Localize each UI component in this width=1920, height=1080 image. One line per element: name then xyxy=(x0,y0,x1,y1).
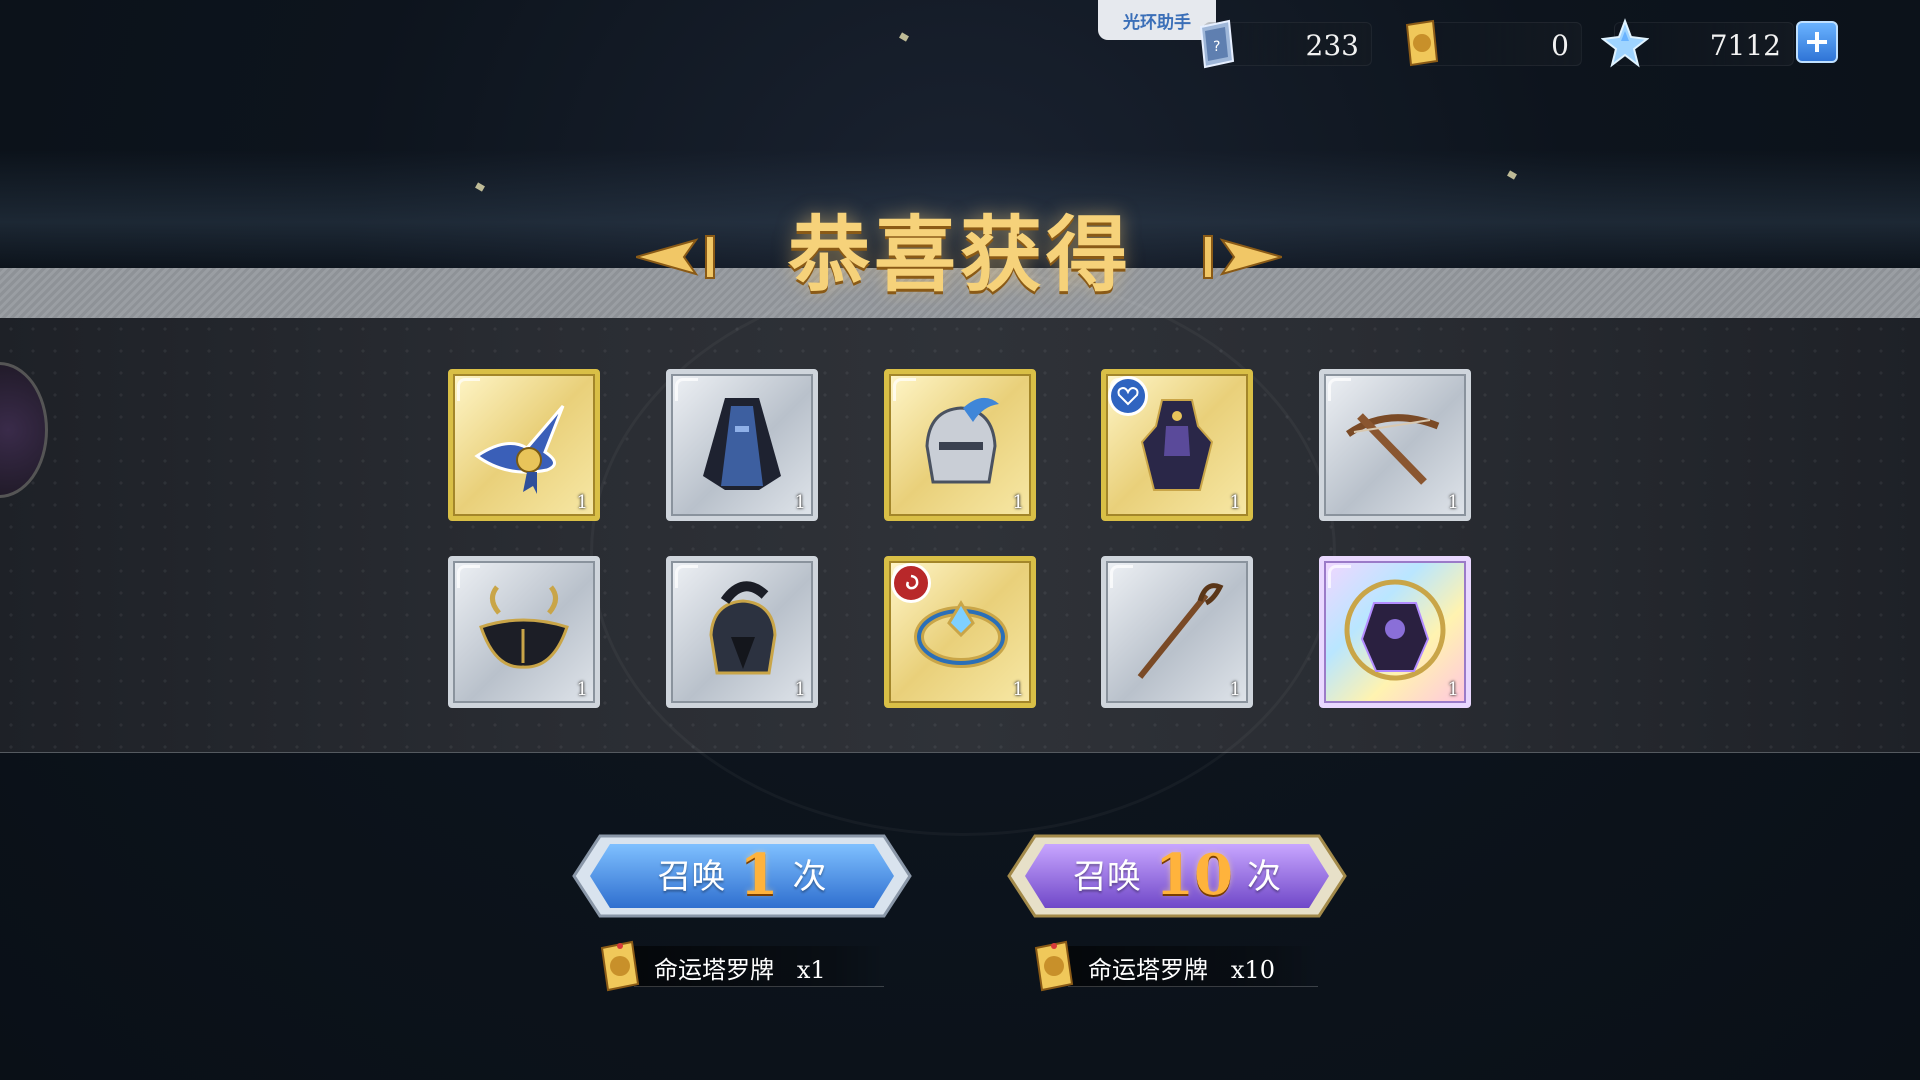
summon-once-label: 召唤 1 次 xyxy=(570,842,914,908)
heart-badge xyxy=(1108,376,1148,416)
cost-label: 命运塔罗牌 xyxy=(1088,956,1208,984)
tarot-card-icon xyxy=(1405,19,1439,67)
knight-helmet-icon xyxy=(925,397,999,484)
sparkle xyxy=(899,32,909,42)
star-crystal-counter: 7112 xyxy=(1601,18,1794,68)
background-sigil xyxy=(590,270,1336,836)
tarot-card-icon xyxy=(600,940,640,992)
cost-quantity: x1 xyxy=(796,956,826,984)
item-quantity: 1 xyxy=(1012,492,1024,513)
summon-once-cost-text: 命运塔罗牌 x1 xyxy=(654,950,826,985)
cost-label: 命运塔罗牌 xyxy=(654,956,774,984)
reward-item-spartan-helmet[interactable]: 1 xyxy=(666,556,818,708)
summon-ten-cost: 命运塔罗牌 x10 xyxy=(1028,938,1328,992)
summon-ten-cost-text: 命运塔罗牌 x10 xyxy=(1088,950,1275,985)
plus-icon xyxy=(1807,32,1827,52)
reward-item-staff[interactable]: 1 xyxy=(1101,556,1253,708)
item-quantity: 1 xyxy=(576,679,588,700)
tarot-card-counter: 0 xyxy=(1405,19,1582,67)
summon-once-prefix: 召唤 xyxy=(657,857,726,897)
summon-ten-count: 10 xyxy=(1155,842,1233,908)
summon-once-cost: 命运塔罗牌 x1 xyxy=(594,938,894,992)
summon-once-suffix: 次 xyxy=(792,857,827,897)
item-quantity: 1 xyxy=(1229,492,1241,513)
item-quantity: 1 xyxy=(794,492,806,513)
tarot-card-value: 0 xyxy=(1551,29,1569,62)
heart-icon xyxy=(1117,386,1139,406)
summon-once-count: 1 xyxy=(739,842,779,908)
summon-ten-suffix: 次 xyxy=(1246,857,1281,897)
reward-item-dark-robe[interactable]: 1 xyxy=(666,369,818,521)
summon-once-button[interactable]: 召唤 1 次 xyxy=(570,830,914,922)
item-quantity: 1 xyxy=(1229,679,1241,700)
robe-icon xyxy=(703,398,781,490)
svg-text:?: ? xyxy=(1213,39,1220,55)
add-crystal-button[interactable] xyxy=(1796,21,1838,63)
right-wing-icon xyxy=(1203,235,1282,279)
summon-ticket-counter: ? 233 xyxy=(1199,19,1372,69)
helper-label: 光环助手 xyxy=(1123,12,1191,33)
item-quantity: 1 xyxy=(1012,679,1024,700)
cost-quantity: x10 xyxy=(1230,956,1275,984)
summon-ten-button[interactable]: 召唤 10 次 xyxy=(1005,830,1349,922)
tarot-card-icon xyxy=(1034,940,1074,992)
reward-item-knight-helmet[interactable]: 1 xyxy=(884,369,1036,521)
summon-ten-label: 召唤 10 次 xyxy=(1005,842,1349,908)
item-quantity: 1 xyxy=(794,679,806,700)
item-quantity: 1 xyxy=(576,492,588,513)
star-crystal-icon xyxy=(1601,18,1649,68)
dark-hat-icon xyxy=(479,585,569,669)
crossbow-icon xyxy=(1345,413,1440,485)
item-quantity: 1 xyxy=(1447,679,1459,700)
swirl-icon xyxy=(906,574,919,590)
reward-item-wizard-hat[interactable]: 1 xyxy=(448,369,600,521)
reward-item-dark-hat[interactable]: 1 xyxy=(448,556,600,708)
summon-ten-prefix: 召唤 xyxy=(1073,857,1142,897)
spartan-helmet-icon xyxy=(709,581,777,675)
status-badge xyxy=(891,563,931,603)
staff-icon xyxy=(1137,583,1224,679)
summon-ticket-value: 233 xyxy=(1305,29,1359,62)
reward-item-ornate-ring[interactable]: 1 xyxy=(884,556,1036,708)
dark-knight-emblem-icon xyxy=(1344,579,1446,681)
reward-item-dark-knight-emblem[interactable]: 1 xyxy=(1319,556,1471,708)
reward-item-crossbow[interactable]: 1 xyxy=(1319,369,1471,521)
item-quantity: 1 xyxy=(1447,492,1459,513)
reward-item-dark-armor-set[interactable]: 1 xyxy=(1101,369,1253,521)
summon-ticket-icon: ? xyxy=(1199,19,1235,69)
wizard-hat-icon xyxy=(474,405,565,494)
star-crystal-value: 7112 xyxy=(1709,29,1781,62)
